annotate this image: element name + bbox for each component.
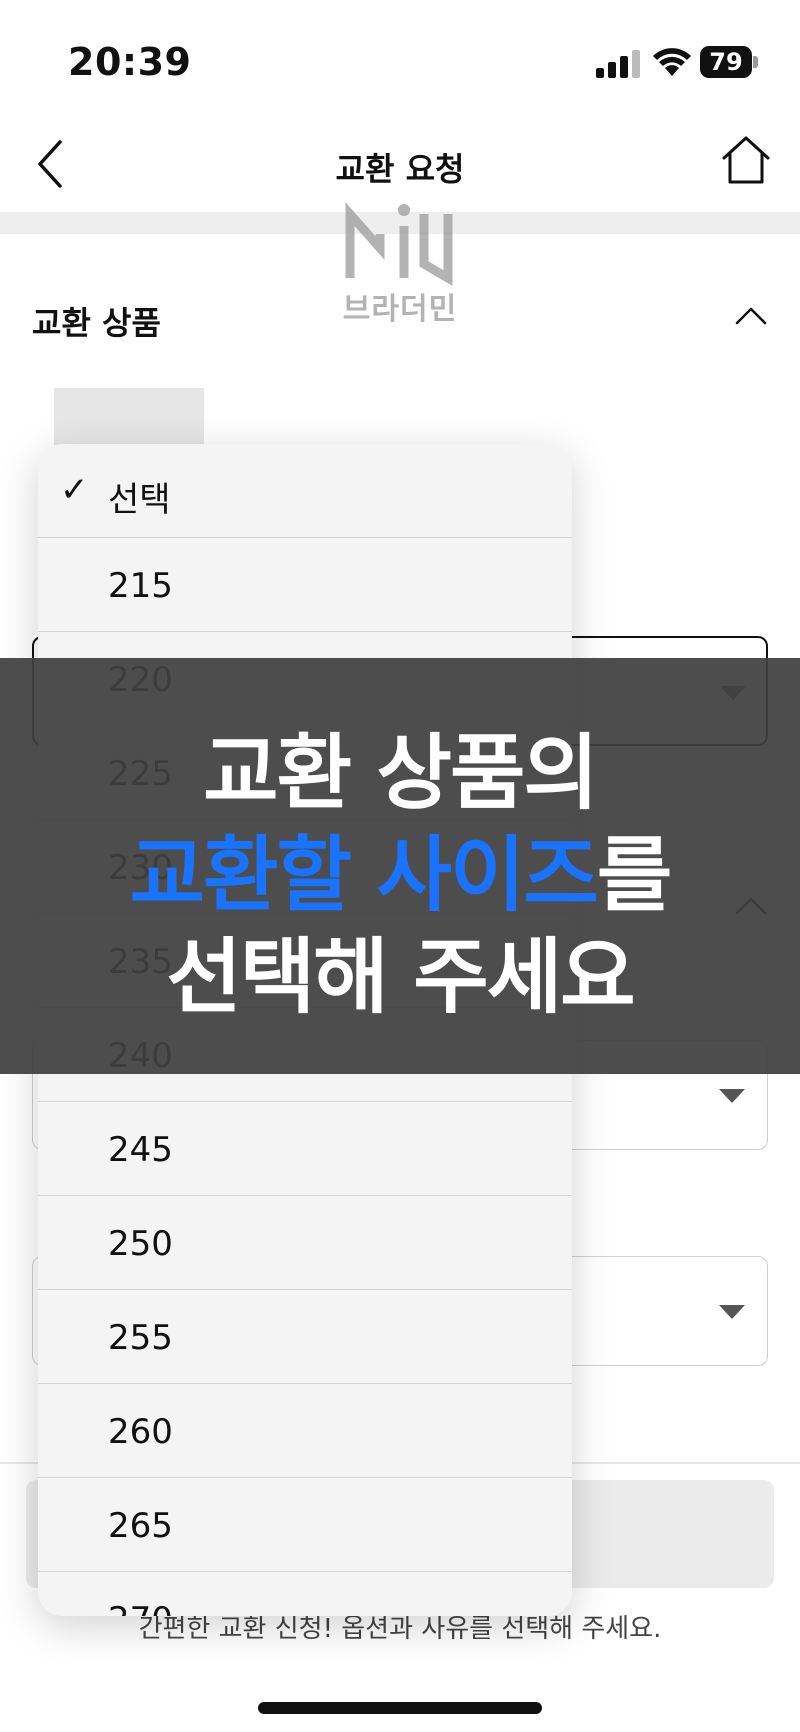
checkmark-icon: ✓ bbox=[60, 470, 89, 510]
dropdown-arrow-icon bbox=[719, 1089, 745, 1103]
picker-option-label: 선택 bbox=[108, 480, 171, 520]
picker-option-label: 260 bbox=[108, 1412, 173, 1452]
picker-option-label: 245 bbox=[108, 1130, 173, 1170]
picker-option[interactable]: 260 bbox=[38, 1384, 572, 1478]
picker-option[interactable]: 270 bbox=[38, 1572, 572, 1616]
status-bar: 20:39 79 bbox=[0, 0, 800, 120]
battery-level: 79 bbox=[700, 46, 752, 78]
picker-option-label: 265 bbox=[108, 1506, 173, 1546]
watermark-text: 브라더민 bbox=[342, 292, 458, 327]
picker-option-label: 255 bbox=[108, 1318, 173, 1358]
product-thumbnail bbox=[54, 388, 204, 448]
picker-option[interactable]: 250 bbox=[38, 1196, 572, 1290]
wifi-icon bbox=[653, 48, 691, 76]
section-title: 교환 상품 bbox=[32, 304, 161, 342]
home-indicator[interactable] bbox=[258, 1702, 542, 1714]
picker-option-label: 215 bbox=[108, 566, 173, 606]
picker-option[interactable]: 215 bbox=[38, 538, 572, 632]
dropdown-arrow-icon bbox=[719, 1305, 745, 1319]
picker-option-label: 270 bbox=[108, 1600, 173, 1616]
caption-line-2-rest: 를 bbox=[596, 828, 672, 923]
picker-option[interactable]: 245 bbox=[38, 1102, 572, 1196]
picker-option[interactable]: 265 bbox=[38, 1478, 572, 1572]
picker-option[interactable]: 255 bbox=[38, 1290, 572, 1384]
collapse-chevron-icon[interactable] bbox=[734, 304, 768, 326]
caption-line-3: 선택해 주세요 bbox=[166, 930, 635, 1025]
picker-option-label: 250 bbox=[108, 1224, 173, 1264]
page-title: 교환 요청 bbox=[335, 150, 465, 188]
cellular-signal-icon bbox=[596, 50, 640, 78]
top-nav-bar: 교환 요청 bbox=[0, 120, 800, 210]
battery-icon: 79 bbox=[700, 46, 758, 78]
caption-accent: 교환할 사이즈 bbox=[129, 828, 599, 923]
caption-overlay: 교환 상품의 교환할 사이즈를 선택해 주세요 bbox=[0, 658, 800, 1074]
watermark-logo: 브라더민 bbox=[340, 200, 460, 327]
picker-option[interactable]: ✓ 선택 bbox=[38, 444, 572, 538]
watermark-mark-icon bbox=[345, 202, 453, 286]
home-icon[interactable] bbox=[718, 132, 774, 188]
status-time: 20:39 bbox=[68, 40, 192, 84]
